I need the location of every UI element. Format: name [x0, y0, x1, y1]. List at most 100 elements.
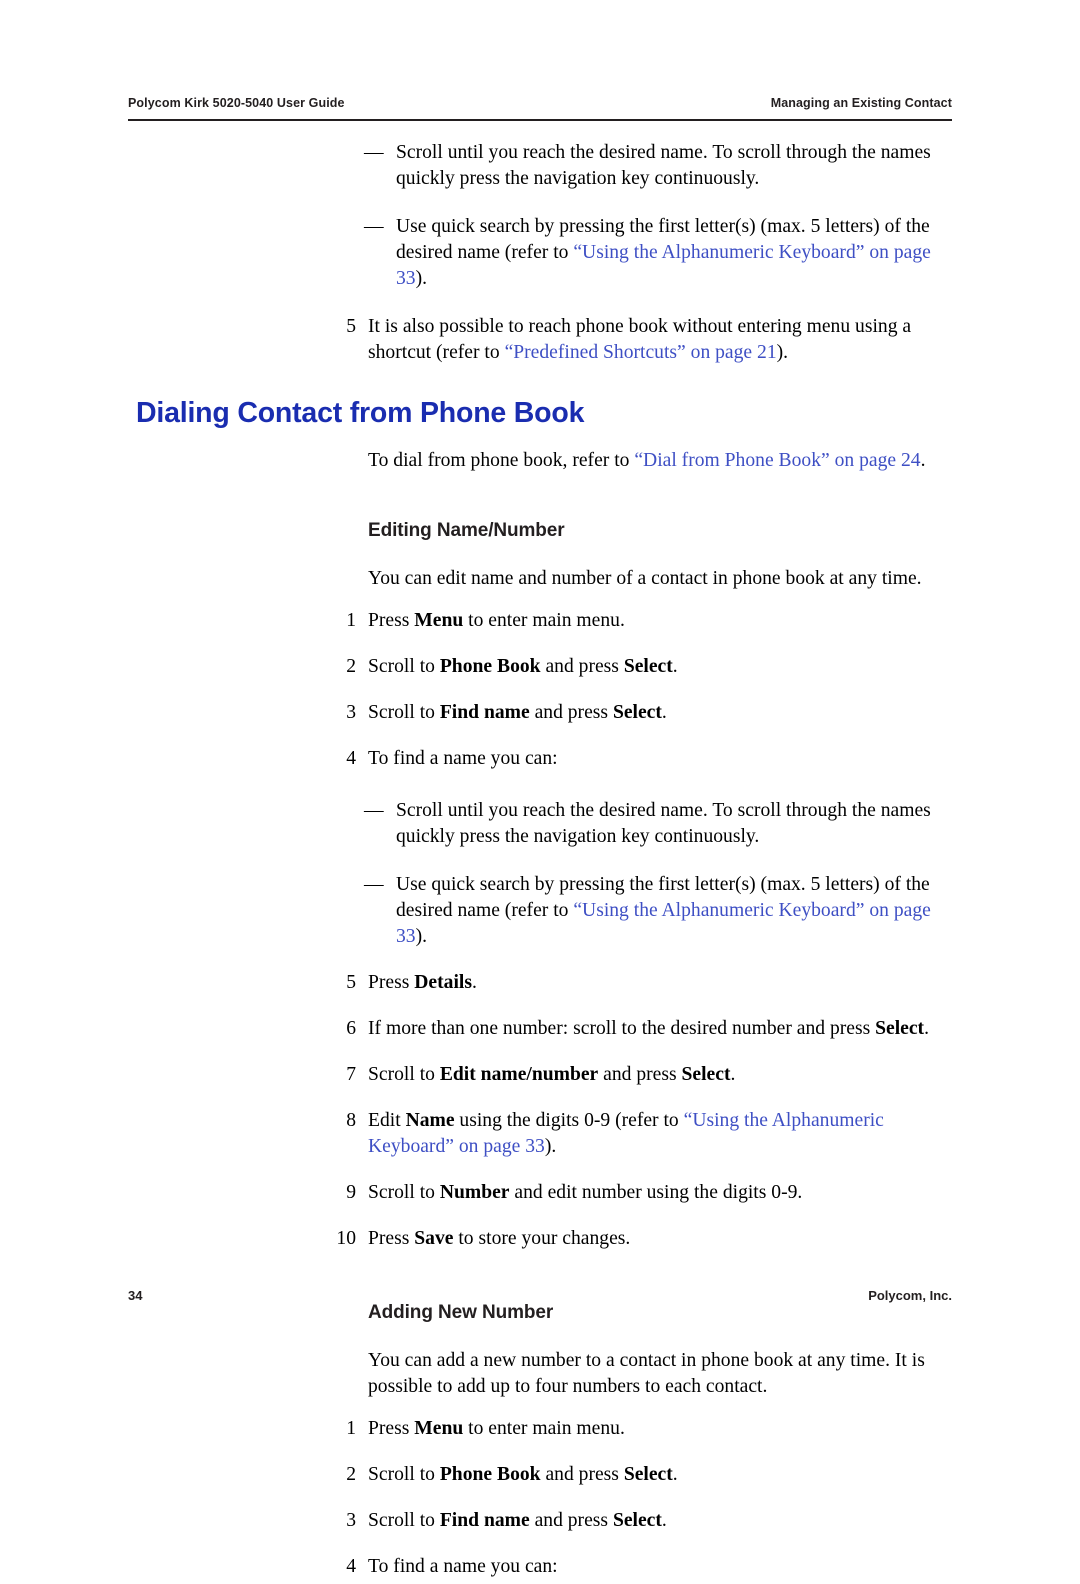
cross-reference-link[interactable]: “Dial from Phone Book” on page 24 [634, 450, 920, 471]
list-item: — Use quick search by pressing the first… [128, 872, 952, 950]
numbered-step: 9 Scroll to Number and edit number using… [128, 1180, 952, 1206]
text-run: Press [368, 1228, 415, 1249]
list-item: — Use quick search by pressing the first… [128, 214, 952, 292]
dash-bullet: — [364, 142, 384, 163]
text-run-bold: Select [623, 656, 673, 677]
page-footer: 34 Polycom, Inc. [128, 1288, 952, 1303]
text-run-bold: Number [439, 1182, 510, 1203]
text-run: . [672, 656, 678, 677]
subsection-heading-adding: Adding New Number [368, 1302, 554, 1323]
text-run: Scroll to [368, 1182, 440, 1203]
text-run: . [672, 1464, 678, 1485]
dash-bullet: — [364, 216, 384, 237]
step-text: It is also possible to reach phone book … [368, 314, 952, 366]
subsection-heading-editing: Editing Name/Number [368, 520, 565, 541]
step-text: Scroll to Phone Book and press Select. [368, 1462, 952, 1488]
text-run: to enter main menu. [463, 1418, 625, 1439]
text-run: Scroll to [368, 1464, 440, 1485]
step-text: To find a name you can: [368, 1556, 558, 1577]
step-number: 1 [346, 1418, 356, 1439]
text-run-bold: Select [612, 702, 662, 723]
text-run: and press [529, 702, 613, 723]
text-run: . [924, 1018, 929, 1039]
text-run: and press [529, 1510, 613, 1531]
text-run-bold: Select [623, 1464, 673, 1485]
numbered-step: 7 Scroll to Edit name/number and press S… [128, 1062, 952, 1088]
text-run-bold: Menu [414, 610, 464, 631]
page-header: Polycom Kirk 5020-5040 User Guide Managi… [128, 96, 952, 110]
text-run-bold: Edit name/number [439, 1064, 599, 1085]
step-text: Edit Name using the digits 0-9 (refer to… [368, 1108, 952, 1160]
text-run-bold: Select [612, 1510, 662, 1531]
steps-list-3: 1 Press Menu to enter main menu. 2 Scrol… [128, 1416, 952, 1580]
numbered-step: 4 To find a name you can: [128, 746, 952, 772]
step-text: Scroll to Edit name/number and press Sel… [368, 1062, 952, 1088]
page-content: — Scroll until you reach the desired nam… [128, 140, 952, 1584]
step-number: 4 [346, 748, 356, 769]
step-number: 5 [346, 316, 356, 337]
step-text: Scroll to Number and edit number using t… [368, 1180, 952, 1206]
text-run: Scroll to [368, 656, 440, 677]
text-run: ). [544, 1136, 557, 1157]
step-number: 2 [346, 1464, 356, 1485]
text-run: . [661, 1510, 667, 1531]
step-text: Scroll to Phone Book and press Select. [368, 654, 952, 680]
text-pre: To dial from phone book, refer to [368, 450, 635, 471]
step-number: 9 [346, 1182, 356, 1203]
list-item-text: Use quick search by pressing the first l… [396, 872, 952, 950]
text-run: to store your changes. [453, 1228, 631, 1249]
numbered-step: 2 Scroll to Phone Book and press Select. [128, 1462, 952, 1488]
step-text: Press Details. [368, 970, 952, 996]
numbered-step: 5 It is also possible to reach phone boo… [128, 314, 952, 366]
text-run-bold: Name [405, 1110, 455, 1131]
text-run-bold: Details [414, 972, 472, 993]
step-number: 6 [346, 1018, 356, 1039]
text-run: to enter main menu. [463, 610, 625, 631]
header-left-title: Polycom Kirk 5020-5040 User Guide [128, 96, 345, 110]
footer-company: Polycom, Inc. [868, 1288, 952, 1303]
header-right-title: Managing an Existing Contact [770, 96, 952, 110]
dash-bullet: — [364, 874, 384, 895]
numbered-step: 4 To find a name you can: [128, 1554, 952, 1580]
step-text: Scroll to Find name and press Select. [368, 1508, 952, 1534]
list-item-text: Scroll until you reach the desired name.… [396, 142, 931, 189]
list-item-text: Scroll until you reach the desired name.… [396, 800, 931, 847]
step-text: Press Menu to enter main menu. [368, 1416, 952, 1442]
step-number: 7 [346, 1064, 356, 1085]
text-post: ). [776, 342, 789, 363]
step-text: Press Save to store your changes. [368, 1226, 952, 1252]
step-number: 4 [346, 1556, 356, 1577]
text-run: . [661, 702, 667, 723]
text-run-bold: Select [875, 1018, 925, 1039]
numbered-step: 6 If more than one number: scroll to the… [128, 1016, 952, 1042]
numbered-step: 2 Scroll to Phone Book and press Select. [128, 654, 952, 680]
text-run: Scroll to [368, 1064, 440, 1085]
step-text: To find a name you can: [368, 748, 558, 769]
numbered-step: 3 Scroll to Find name and press Select. [128, 700, 952, 726]
cross-reference-link[interactable]: “Predefined Shortcuts” on page 21 [505, 342, 777, 363]
list-item: — Scroll until you reach the desired nam… [128, 798, 952, 850]
steps-list-2: 5 Press Details. 6 If more than one numb… [128, 970, 952, 1252]
step-text: Scroll to Find name and press Select. [368, 700, 952, 726]
text-run-bold: Phone Book [439, 1464, 541, 1485]
text-run: and edit number using the digits 0-9. [509, 1182, 803, 1203]
text-run: Scroll to [368, 702, 440, 723]
step-number: 5 [346, 972, 356, 993]
text-run: and press [540, 656, 624, 677]
text-run: and press [540, 1464, 624, 1485]
step-number: 2 [346, 656, 356, 677]
list-item: — Scroll until you reach the desired nam… [128, 140, 952, 192]
